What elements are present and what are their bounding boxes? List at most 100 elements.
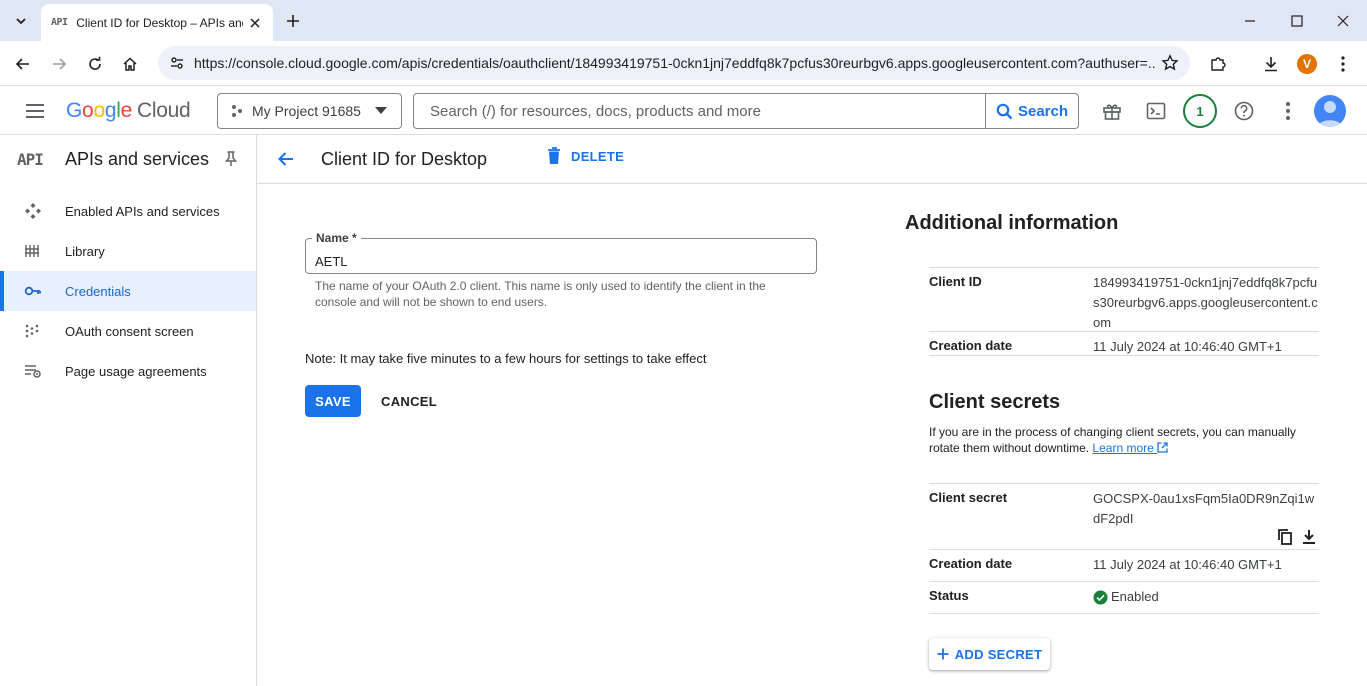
learn-more-link[interactable]: Learn more — [1092, 441, 1168, 455]
status-text: Enabled — [1111, 589, 1159, 604]
person-icon — [1318, 101, 1342, 127]
external-link-icon — [1157, 442, 1168, 453]
home-icon — [123, 57, 137, 71]
copy-secret-button[interactable] — [1274, 528, 1296, 546]
tab-close-button[interactable] — [247, 15, 263, 31]
pin-icon — [224, 151, 238, 166]
main-menu-button[interactable] — [22, 98, 48, 124]
check-circle-icon — [1093, 590, 1108, 604]
puzzle-icon — [1211, 57, 1226, 71]
enabled-apis-icon — [24, 202, 65, 220]
creation-date-label: Creation date — [929, 338, 1013, 353]
name-input[interactable] — [306, 239, 816, 273]
status-label: Status — [929, 588, 969, 603]
client-secret-row: Client secret GOCSPX-0au1xsFqm5Ia0DR9nZq… — [929, 483, 1319, 549]
back-button[interactable] — [10, 51, 36, 77]
browser-tab[interactable]: API Client ID for Desktop – APIs and ser… — [41, 4, 273, 41]
project-selector[interactable]: My Project 91685 — [217, 93, 402, 129]
divider — [929, 613, 1319, 614]
download-icon — [1265, 57, 1277, 72]
library-icon — [24, 243, 65, 259]
page-title: Client ID for Desktop — [321, 149, 488, 169]
download-secret-button[interactable] — [1298, 528, 1320, 546]
page-header: Client ID for Desktop DELETE — [257, 135, 1367, 184]
search-button-label: Search — [1017, 102, 1069, 120]
notifications-badge[interactable]: 1 — [1183, 94, 1217, 128]
maximize-button[interactable] — [1286, 10, 1308, 32]
download-icon — [1303, 530, 1315, 544]
new-tab-button[interactable] — [282, 10, 304, 32]
hamburger-icon — [26, 104, 44, 118]
logo-letter: G — [66, 99, 83, 122]
settings-menu-button[interactable] — [1275, 98, 1301, 124]
client-id-row: Client ID 184993419751-0ckn1jnj7eddfq8k7… — [929, 267, 1319, 331]
help-icon — [1234, 101, 1254, 121]
delete-button[interactable]: DELETE — [547, 147, 624, 165]
browser-toolbar: https://console.cloud.google.com/apis/cr… — [0, 41, 1367, 86]
sidebar-item-label: OAuth consent screen — [65, 323, 194, 339]
forward-button[interactable] — [46, 51, 72, 77]
logo-cloud-text: Cloud — [136, 99, 191, 122]
more-vert-icon — [1286, 102, 1290, 120]
downloads-button[interactable] — [1258, 51, 1284, 77]
terminal-icon — [1146, 102, 1166, 120]
sidebar-item-label: Enabled APIs and services — [65, 203, 220, 219]
google-cloud-logo[interactable]: Google Cloud — [66, 99, 191, 123]
sidebar-item-credentials[interactable]: Credentials — [0, 271, 256, 311]
tab-search-button[interactable] — [9, 9, 33, 33]
bookmark-button[interactable] — [1160, 53, 1180, 73]
learn-more-label: Learn more — [1092, 441, 1154, 455]
browser-tab-strip: API Client ID for Desktop – APIs and ser… — [0, 0, 1367, 41]
caret-down-icon — [374, 107, 387, 114]
close-window-button[interactable] — [1332, 10, 1354, 32]
sidebar-item-oauth-consent[interactable]: OAuth consent screen — [0, 311, 256, 351]
add-secret-button[interactable]: ADD SECRET — [929, 638, 1050, 670]
search-input[interactable] — [414, 94, 986, 128]
settings-note: Note: It may take five minutes to a few … — [305, 351, 707, 366]
profile-button[interactable]: V — [1294, 51, 1320, 77]
client-secret-label: Client secret — [929, 490, 1008, 505]
sidebar-header: API APIs and services — [0, 135, 256, 183]
home-button[interactable] — [117, 51, 143, 77]
cancel-button[interactable]: CANCEL — [376, 385, 442, 417]
reload-button[interactable] — [82, 51, 108, 77]
tune-icon — [171, 57, 183, 69]
sidebar-item-page-usage[interactable]: Page usage agreements — [0, 351, 256, 391]
cloud-shell-button[interactable] — [1143, 98, 1169, 124]
sidebar-item-library[interactable]: Library — [0, 231, 256, 271]
divider — [929, 355, 1319, 356]
address-bar[interactable]: https://console.cloud.google.com/apis/cr… — [158, 46, 1190, 80]
client-secrets-description: If you are in the process of changing cl… — [929, 424, 1309, 456]
browser-menu-button[interactable] — [1330, 51, 1356, 77]
name-field-hint: The name of your OAuth 2.0 client. This … — [315, 279, 766, 309]
api-badge: API — [17, 149, 44, 169]
sidebar-item-enabled-apis[interactable]: Enabled APIs and services — [0, 191, 256, 231]
secret-creation-value: 11 July 2024 at 10:46:40 GMT+1 — [1093, 557, 1282, 572]
gift-button[interactable] — [1099, 98, 1125, 124]
sidebar-item-label: Library — [65, 243, 105, 259]
site-info-icon[interactable] — [166, 52, 188, 74]
client-creation-row: Creation date 11 July 2024 at 10:46:40 G… — [929, 331, 1319, 355]
project-dots-icon — [232, 105, 242, 117]
name-field-label: Name * — [312, 231, 361, 245]
plus-icon — [937, 648, 949, 660]
account-avatar[interactable] — [1314, 95, 1346, 127]
consent-icon — [24, 323, 65, 339]
help-button[interactable] — [1231, 98, 1257, 124]
console-search: Search — [413, 93, 1079, 129]
extensions-button[interactable] — [1205, 51, 1231, 77]
search-button[interactable]: Search — [985, 94, 1078, 128]
minimize-button[interactable] — [1239, 10, 1261, 32]
url-text: https://console.cloud.google.com/apis/cr… — [194, 55, 1156, 71]
save-button[interactable]: SAVE — [305, 385, 361, 417]
agreements-icon — [24, 363, 65, 379]
arrow-right-icon — [53, 58, 67, 70]
page-back-button[interactable] — [273, 146, 299, 172]
star-icon — [1161, 54, 1179, 71]
secret-creation-label: Creation date — [929, 556, 1013, 571]
logo-letter: o — [82, 99, 94, 122]
minimize-icon — [1245, 20, 1255, 22]
client-secrets-title: Client secrets — [929, 391, 1061, 413]
pin-button[interactable] — [218, 146, 244, 172]
additional-info-title: Additional information — [905, 212, 1119, 234]
